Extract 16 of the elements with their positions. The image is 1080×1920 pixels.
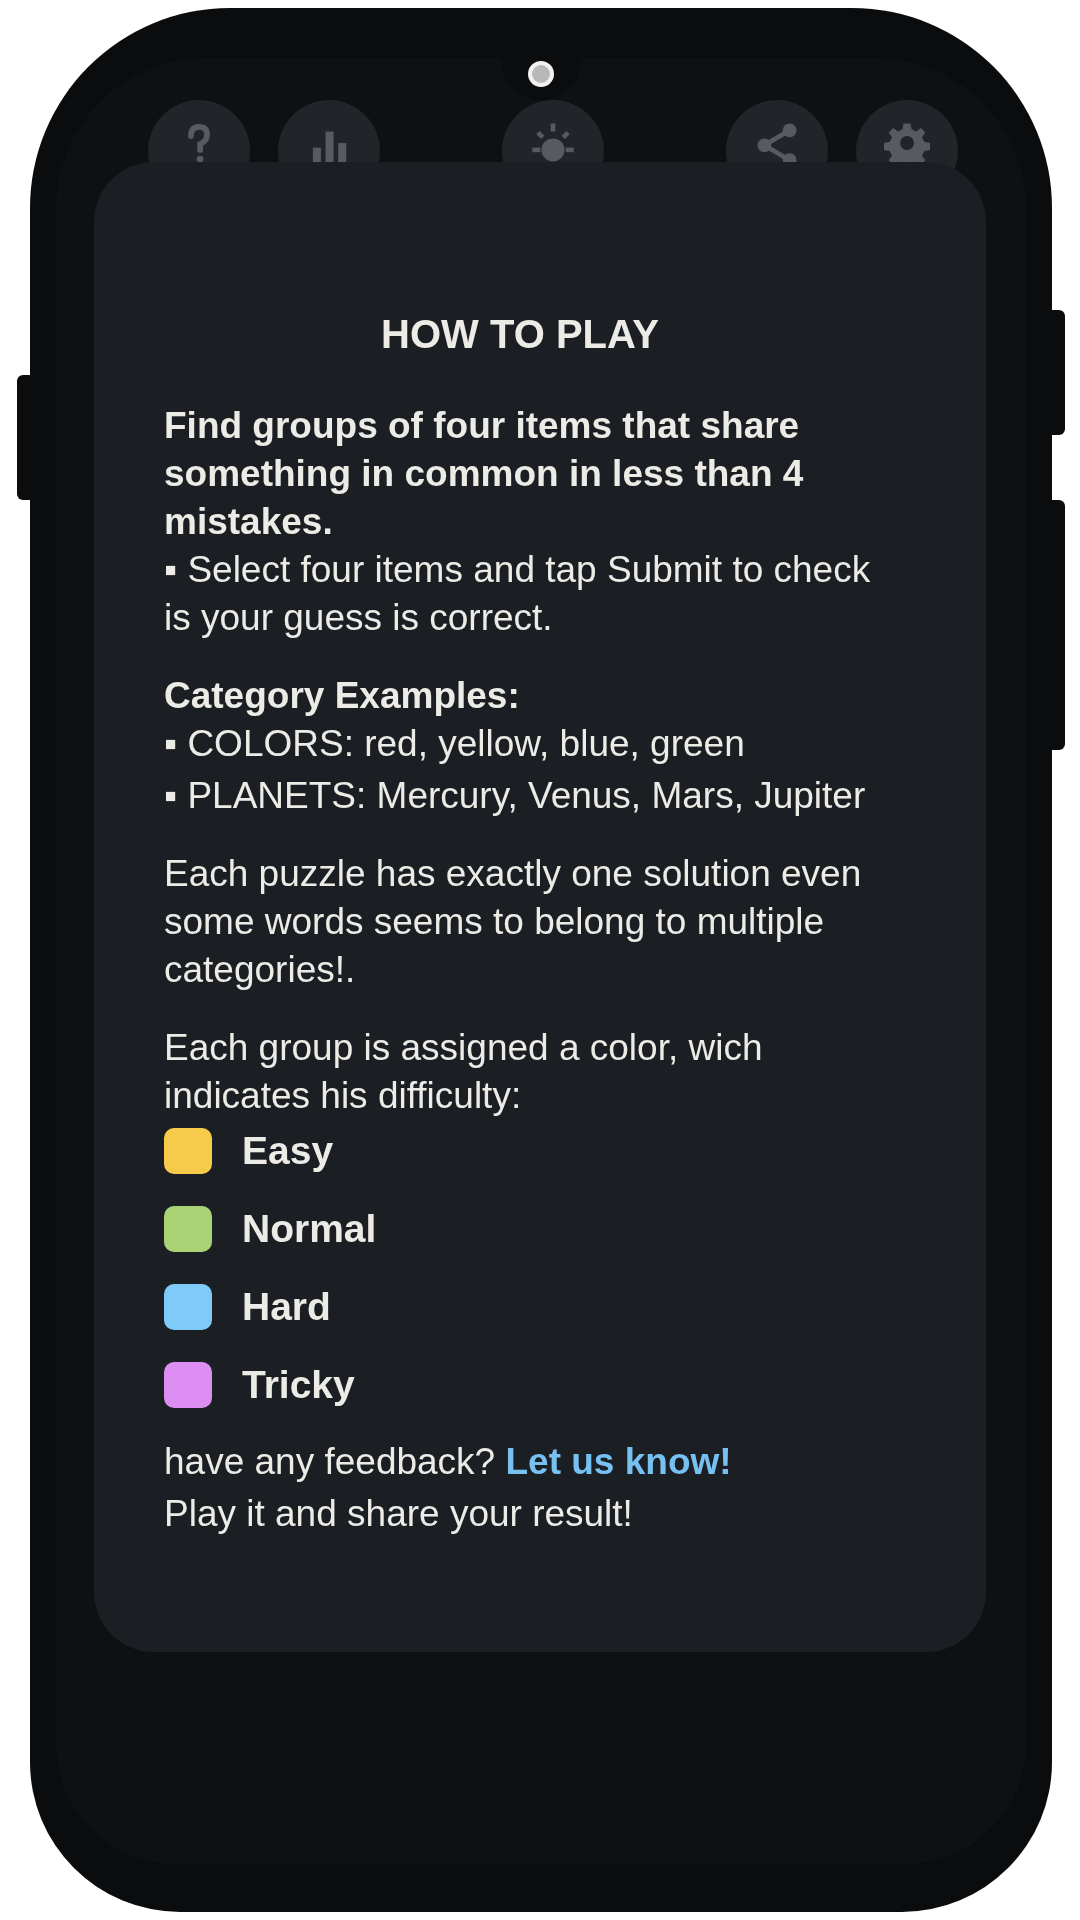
feedback-text: have any feedback? [164,1441,496,1482]
difficulty-label: Hard [242,1284,331,1330]
rules-text: Find groups of four items that share something in common in less than 4 mistakes. [164,404,805,544]
camera-icon [528,61,554,87]
closing-text: Play it and share your result! [164,1492,634,1536]
difficulty-intro: Each group is assigned a color, wich indicates his difficulty: [164,1026,764,1118]
dialog-title: HOW TO PLAY [380,311,660,358]
difficulty-label: Normal [242,1206,377,1252]
note-text: Each puzzle has exactly one solution even some words seems to belong to multiple categories!. [164,852,863,992]
feedback-link[interactable]: Let us know! [505,1441,732,1482]
difficulty-label: Easy [242,1128,334,1174]
examples-heading: Category Examples: [164,674,521,718]
example-bullet: ▪ PLANETS: Mercury, Venus, Mars, Jupiter [164,774,867,818]
difficulty-label: Tricky [242,1362,355,1408]
rule-bullet: ▪ Select four items and tap Submit to check is your guess is correct. [164,548,872,640]
example-bullet: ▪ COLORS: red, yellow, blue, green [164,722,746,766]
